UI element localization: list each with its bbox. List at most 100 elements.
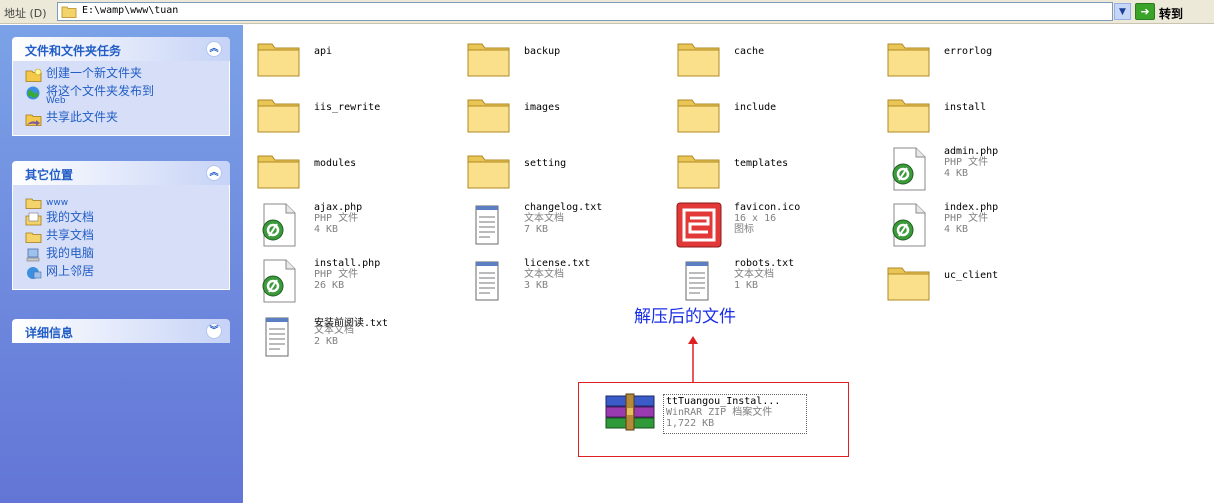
file-item[interactable]: images [466, 90, 676, 142]
expand-icon[interactable]: ︾ [206, 323, 222, 339]
file-kind: PHP 文件 [944, 213, 989, 224]
text-file-icon [475, 205, 499, 245]
file-item[interactable]: 安装前阅读.txt 文本文档 2 KB [256, 314, 466, 366]
chevron-down-icon: ▼ [1119, 6, 1126, 17]
folder-icon [677, 43, 720, 77]
task-label: 创建一个新文件夹 [46, 66, 143, 80]
file-size: 3 KB [524, 280, 549, 291]
file-item[interactable]: install.php PHP 文件 26 KB [256, 258, 466, 310]
file-name: changelog.txt [524, 202, 603, 213]
archive-name: ttTuangou_Instal... [666, 396, 781, 407]
address-dropdown-button[interactable]: ▼ [1114, 3, 1131, 20]
my-computer-icon [26, 248, 40, 262]
panel-title: 文件和文件夹任务 [25, 44, 122, 58]
panel-details: 详细信息 ︾ [12, 319, 230, 343]
file-item[interactable]: uc_client [886, 258, 1096, 310]
place-www[interactable]: www [25, 195, 229, 211]
file-kind: PHP 文件 [314, 269, 359, 280]
file-kind: 文本文档 [734, 269, 774, 280]
file-name: install [944, 102, 987, 113]
folder-icon [887, 267, 930, 301]
archive-file[interactable]: ttTuangou_Instal... WinRAR ZIP 档案文件 1,72… [604, 392, 814, 436]
new-folder-icon [25, 68, 42, 82]
task-label: 共享此文件夹 [46, 110, 119, 124]
place-label: 共享文档 [46, 228, 95, 242]
file-item[interactable]: setting [466, 146, 676, 198]
arrow-up-icon [688, 336, 698, 382]
panel-title: 其它位置 [25, 168, 74, 182]
file-name: index.php [944, 202, 999, 213]
file-item[interactable]: changelog.txt 文本文档 7 KB [466, 202, 676, 254]
file-name: setting [524, 158, 567, 169]
file-item[interactable]: templates [676, 146, 886, 198]
panel-body: 创建一个新文件夹 将这个文件夹发布到 Web 共享此文件夹 [12, 61, 230, 136]
place-shared-documents[interactable]: 共享文档 [25, 229, 229, 247]
folder-icon [257, 99, 300, 133]
file-size: 4 KB [314, 224, 339, 235]
file-kind: 文本文档 [524, 213, 564, 224]
text-file-icon [265, 317, 289, 357]
file-item[interactable]: admin.php PHP 文件 4 KB [886, 146, 1096, 198]
place-label: 网上邻居 [46, 264, 95, 278]
file-item[interactable]: cache [676, 34, 886, 86]
panel-title: 详细信息 [25, 326, 74, 340]
favicon-file-icon [676, 202, 722, 248]
file-item[interactable]: index.php PHP 文件 4 KB [886, 202, 1096, 254]
archive-label: ttTuangou_Instal... WinRAR ZIP 档案文件 1,72… [663, 394, 807, 434]
task-new-folder[interactable]: 创建一个新文件夹 [25, 67, 229, 85]
text-file-icon [685, 261, 709, 301]
network-places-icon [27, 267, 42, 279]
panel-header[interactable]: 文件和文件夹任务 ︽ [12, 37, 230, 61]
panel-header[interactable]: 详细信息 ︾ [12, 319, 230, 343]
task-publish-web[interactable]: 将这个文件夹发布到 Web [25, 85, 229, 111]
file-size: 图标 [734, 224, 754, 235]
file-item[interactable]: modules [256, 146, 466, 198]
php-file-icon [262, 203, 296, 247]
file-size: 2 KB [314, 336, 339, 347]
file-item[interactable]: include [676, 90, 886, 142]
collapse-icon[interactable]: ︽ [206, 41, 222, 57]
panel-header[interactable]: 其它位置 ︽ [12, 161, 230, 185]
file-item[interactable]: install [886, 90, 1096, 142]
folder-icon [887, 43, 930, 77]
file-item[interactable]: errorlog [886, 34, 1096, 86]
file-item[interactable]: backup [466, 34, 676, 86]
task-share-folder[interactable]: 共享此文件夹 [25, 111, 229, 129]
file-name: images [524, 102, 561, 113]
file-item[interactable]: iis_rewrite [256, 90, 466, 142]
file-name: errorlog [944, 46, 993, 57]
file-size: 4 KB [944, 168, 969, 179]
address-input[interactable]: E:\wamp\www\tuan [57, 2, 1113, 21]
folder-icon [467, 43, 510, 77]
file-kind: 文本文档 [314, 325, 354, 336]
go-label[interactable]: 转到 [1159, 5, 1183, 22]
go-button[interactable]: ➜ [1135, 3, 1155, 20]
place-my-documents[interactable]: 我的文档 [25, 211, 229, 229]
folder-icon [257, 155, 300, 189]
file-kind: 16 x 16 [734, 213, 777, 224]
task-sublabel: Web [46, 96, 66, 106]
file-size: 7 KB [524, 224, 549, 235]
winrar-archive-icon [605, 393, 655, 431]
php-file-icon [262, 259, 296, 303]
panel-body: www 我的文档 共享文档 我的电脑 网上邻居 [12, 185, 230, 290]
place-network[interactable]: 网上邻居 [25, 265, 229, 283]
folder-icon [467, 155, 510, 189]
file-name: api [314, 46, 333, 57]
place-label: 我的电脑 [46, 246, 95, 260]
collapse-icon[interactable]: ︽ [206, 165, 222, 181]
file-name: uc_client [944, 270, 999, 281]
place-my-computer[interactable]: 我的电脑 [25, 247, 229, 265]
task-pane: 文件和文件夹任务 ︽ 创建一个新文件夹 将这个文件夹发布到 Web 共享此文件夹… [0, 25, 243, 503]
file-item[interactable]: api [256, 34, 466, 86]
file-size: 4 KB [944, 224, 969, 235]
place-label: www [46, 198, 69, 208]
annotation-label: 解压后的文件 [634, 307, 736, 327]
folder-icon [61, 6, 77, 18]
file-item[interactable]: favicon.ico 16 x 16 图标 [676, 202, 886, 254]
php-file-icon [892, 147, 926, 191]
file-name: backup [524, 46, 561, 57]
text-file-icon [475, 261, 499, 301]
file-item[interactable]: ajax.php PHP 文件 4 KB [256, 202, 466, 254]
publish-web-icon [26, 86, 40, 100]
